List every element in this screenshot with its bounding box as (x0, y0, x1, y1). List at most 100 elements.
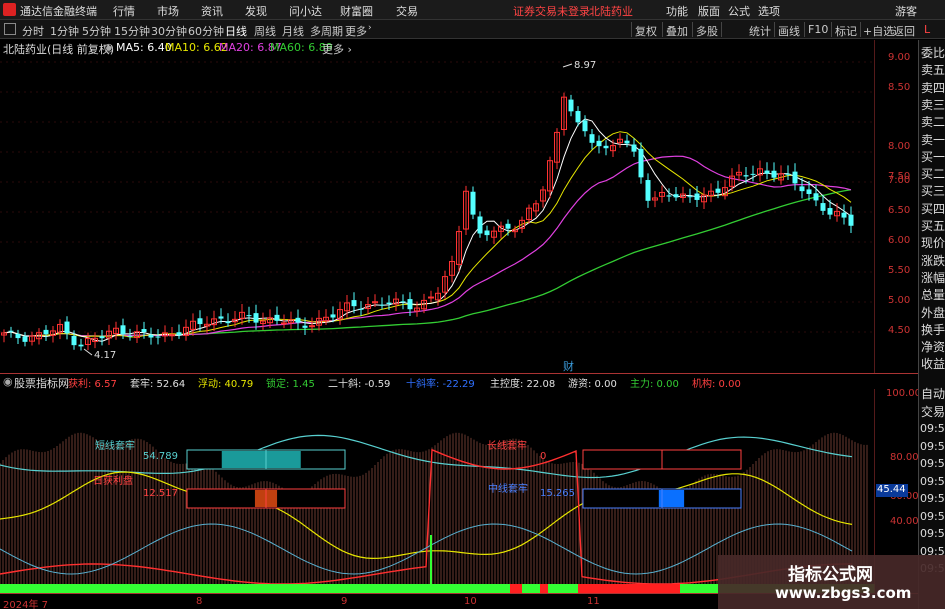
candle-body (568, 99, 574, 112)
menu-wenxiaoda[interactable]: 问小达 (289, 3, 322, 19)
tool-f10[interactable]: F10 (808, 23, 828, 36)
candle-body (645, 180, 651, 201)
kline-chart[interactable]: 8.97 4.17 财 (0, 40, 875, 373)
tool-fuquan[interactable]: 复权 (635, 23, 657, 39)
candle-body (120, 325, 126, 335)
x-axis-label: 8 (196, 596, 203, 607)
more-arrow-icon[interactable]: › (368, 23, 372, 33)
quote-row-8[interactable]: 买三 (921, 182, 945, 199)
tick-time-0: 09:50 (920, 422, 945, 435)
candle-body (575, 111, 581, 123)
quote-row-15[interactable]: 外盘 (921, 304, 945, 321)
menu-zixun[interactable]: 资讯 (201, 3, 223, 19)
quote-row-17[interactable]: 净资 (921, 338, 945, 355)
candle-body (687, 196, 693, 198)
tool-huaxian[interactable]: 画线 (778, 23, 800, 39)
tf-more[interactable]: 更多 (345, 23, 367, 39)
user-guest[interactable]: 游客 (895, 3, 917, 19)
toolbar-divider (831, 22, 832, 37)
gauge-value-2: 0 (540, 451, 546, 462)
low-annotation: 4.17 (83, 348, 116, 361)
candle-body (246, 315, 252, 317)
menu-banmian[interactable]: 版面 (698, 3, 720, 19)
menu-xuanxiang[interactable]: 选项 (758, 3, 780, 19)
candle-body (820, 203, 826, 211)
quote-bottom-1[interactable]: 交易 (921, 403, 945, 420)
quote-row-14[interactable]: 总量 (921, 286, 945, 303)
candle-body (155, 336, 161, 338)
login-warning[interactable]: 证券交易未登录 (513, 3, 590, 19)
gauge-fill-3 (658, 490, 685, 507)
menu-gongneng[interactable]: 功能 (666, 3, 688, 19)
watermark-url: www.zbgs3.com (775, 584, 912, 602)
tf-1min[interactable]: 1分钟 (50, 23, 79, 39)
quote-row-18[interactable]: 收益 (921, 355, 945, 372)
tf-multi[interactable]: 多周期 (310, 23, 343, 39)
tf-60min[interactable]: 60分钟 (188, 23, 224, 39)
tf-fenshi[interactable]: 分时 (22, 23, 44, 39)
toolbar-divider (662, 22, 663, 37)
price-tick: 9.00 (888, 52, 911, 63)
tool-biaoji[interactable]: 标记 (835, 23, 857, 39)
gauge-label-0: 短线套牢 (95, 439, 135, 452)
quote-row-5[interactable]: 卖一 (921, 131, 945, 148)
quote-row-16[interactable]: 换手 (921, 321, 945, 338)
tf-30min[interactable]: 30分钟 (151, 23, 187, 39)
menu-hangqing[interactable]: 行情 (113, 3, 135, 19)
current-stock-name: 北陆药业 (589, 5, 633, 18)
quote-row-1[interactable]: 卖五 (921, 61, 945, 78)
menu-gongshi[interactable]: 公式 (728, 3, 750, 19)
x-axis-label: 2024年 7 (3, 600, 48, 609)
tf-15min[interactable]: 15分钟 (114, 23, 150, 39)
quote-row-3[interactable]: 卖三 (921, 96, 945, 113)
quote-row-12[interactable]: 涨跌 (921, 252, 945, 269)
panel-toggle-icon[interactable] (4, 23, 16, 35)
quote-row-2[interactable]: 卖四 (921, 79, 945, 96)
ma20-line (3, 155, 852, 337)
tf-monthly[interactable]: 月线 (282, 23, 304, 39)
tf-daily[interactable]: 日线 (225, 23, 247, 39)
quote-row-11[interactable]: 现价 (921, 234, 945, 251)
menu-jiaoyi[interactable]: 交易 (396, 3, 418, 19)
candle-body (477, 216, 483, 234)
candle-body (379, 304, 385, 306)
indicator-values: 获利: 6.57 套牢: 52.64 浮动: 40.79 锁定: 1.45 二十斜: -… (68, 375, 875, 390)
tool-diejia[interactable]: 叠加 (666, 23, 688, 39)
indicator-value-8: 主力: 0.00 (630, 379, 679, 390)
price-tick: 4.50 (888, 325, 911, 336)
tool-back[interactable]: 返回 (893, 23, 915, 39)
high-label: 8.97 (574, 60, 596, 71)
toolbar-divider (721, 22, 722, 37)
indicator-settings-icon[interactable]: ◉ (3, 375, 13, 388)
quote-row-4[interactable]: 卖二 (921, 113, 945, 130)
indicator-value-3: 锁定: 1.45 (266, 379, 315, 390)
quote-row-7[interactable]: 买二 (921, 165, 945, 182)
menu-caifuquan[interactable]: 财富圈 (340, 3, 373, 19)
quote-row-0[interactable]: 委比 (921, 44, 945, 61)
gauge-value-0: 54.789 (143, 451, 178, 462)
tick-time-2: 09:55 (920, 457, 945, 470)
candle-body (302, 325, 308, 328)
tick-time-6: 09:57 (920, 527, 945, 540)
tool-add-watchlist[interactable]: +自选 (863, 23, 894, 39)
indicator-value-0: 获利: 6.57 (68, 379, 117, 390)
quote-bottom-0[interactable]: 自动 (921, 385, 945, 402)
candle-body (596, 140, 602, 147)
panel-l-icon[interactable]: L (924, 23, 930, 36)
tool-tongji[interactable]: 统计 (749, 23, 771, 39)
candle-body (428, 296, 434, 299)
menu-shichang[interactable]: 市场 (157, 3, 179, 19)
tf-weekly[interactable]: 周线 (254, 23, 276, 39)
tool-duogu[interactable]: 多股 (696, 23, 718, 39)
x-axis-label: 11 (587, 596, 600, 607)
candle-body (666, 195, 672, 197)
quote-row-9[interactable]: 买四 (921, 200, 945, 217)
quote-row-10[interactable]: 买五 (921, 217, 945, 234)
tf-5min[interactable]: 5分钟 (82, 23, 111, 39)
quote-row-13[interactable]: 涨幅 (921, 269, 945, 286)
finance-marker[interactable]: 财 (563, 359, 574, 373)
menu-faxian[interactable]: 发现 (245, 3, 267, 19)
quote-row-6[interactable]: 买一 (921, 148, 945, 165)
toolbar-divider (692, 22, 693, 37)
indicator-value-7: 游资: 0.00 (568, 379, 617, 390)
